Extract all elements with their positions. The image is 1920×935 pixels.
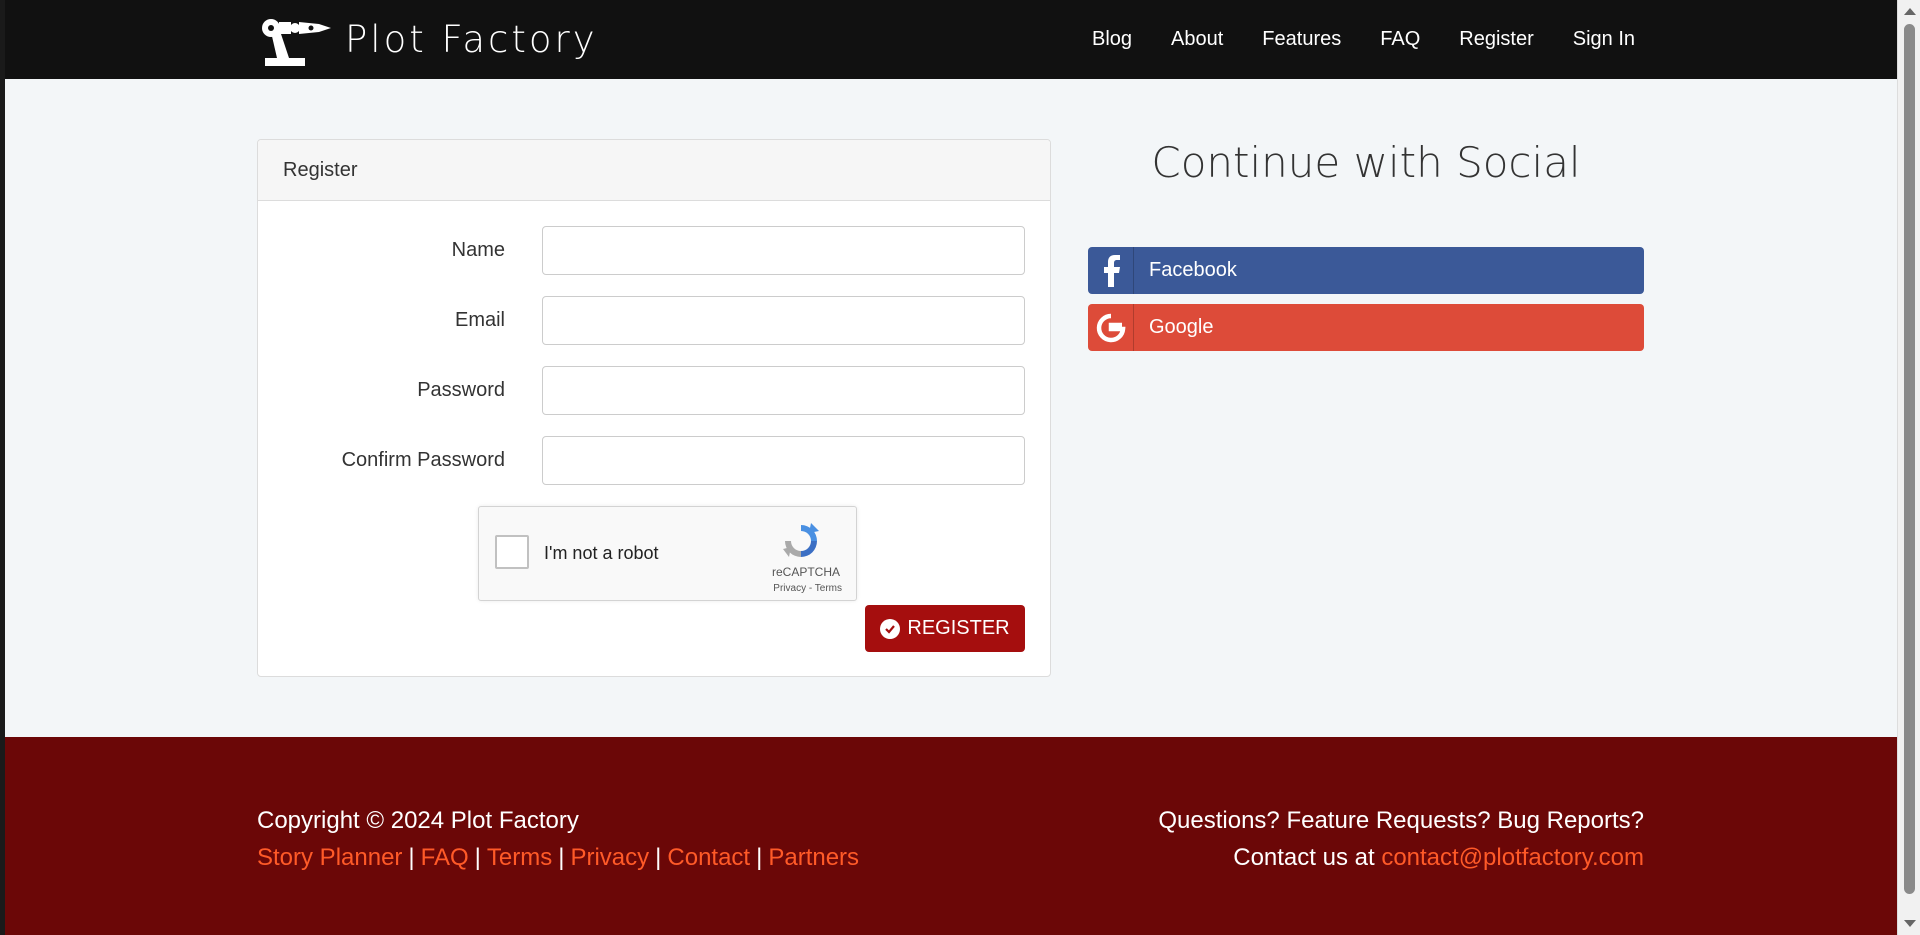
footer-right: Questions? Feature Requests? Bug Reports…	[1158, 802, 1644, 876]
recaptcha-checkbox[interactable]	[495, 535, 529, 569]
footer-left: Copyright © 2024 Plot Factory Story Plan…	[257, 802, 859, 876]
facebook-login-button[interactable]: Facebook	[1088, 247, 1644, 294]
google-icon	[1088, 304, 1134, 351]
scroll-down-arrow-icon[interactable]	[1904, 920, 1916, 927]
scrollbar-thumb[interactable]	[1904, 24, 1915, 894]
confirm-password-label: Confirm Password	[341, 449, 505, 471]
password-label: Password	[417, 379, 505, 401]
separator: |	[756, 844, 763, 871]
vertical-scrollbar[interactable]	[1897, 0, 1920, 935]
confirm-password-input[interactable]	[542, 436, 1025, 485]
footer-link-terms[interactable]: Terms	[487, 844, 552, 871]
email-row: Email	[258, 296, 1052, 345]
facebook-icon	[1088, 247, 1134, 294]
nav-sign-in[interactable]: Sign In	[1573, 28, 1635, 51]
footer-link-privacy[interactable]: Privacy	[570, 844, 649, 871]
footer-links: Story Planner | FAQ | Terms | Privacy | Contact |…	[257, 839, 859, 876]
name-row: Name	[258, 226, 1052, 275]
recaptcha-widget: I'm not a robot reCAPTCHA Privacy - Term…	[478, 506, 857, 601]
separator: |	[474, 844, 481, 871]
recaptcha-links[interactable]: Privacy - Terms	[773, 583, 842, 594]
footer-questions: Questions? Feature Requests? Bug Reports…	[1158, 807, 1644, 834]
nav-features[interactable]: Features	[1262, 28, 1341, 51]
footer-link-contact[interactable]: Contact	[667, 844, 750, 871]
contact-prefix: Contact us at	[1233, 844, 1382, 871]
footer: Copyright © 2024 Plot Factory Story Plan…	[5, 737, 1897, 935]
footer-link-faq[interactable]: FAQ	[421, 844, 469, 871]
footer-link-partners[interactable]: Partners	[768, 844, 859, 871]
footer-link-story-planner[interactable]: Story Planner	[257, 844, 402, 871]
robot-arm-logo-icon	[262, 19, 331, 66]
google-login-button[interactable]: Google	[1088, 304, 1644, 351]
navbar: Plot Factory Blog About Features FAQ Reg…	[5, 0, 1897, 79]
nav-blog[interactable]: Blog	[1092, 28, 1132, 51]
social-title: Continue with Social	[1151, 138, 1581, 187]
separator: |	[655, 844, 662, 871]
facebook-label: Facebook	[1149, 259, 1237, 281]
confirm-password-row: Confirm Password	[258, 436, 1052, 485]
register-card-header: Register	[258, 140, 1050, 201]
email-input[interactable]	[542, 296, 1025, 345]
recaptcha-brand: reCAPTCHA	[771, 565, 840, 579]
password-input[interactable]	[542, 366, 1025, 415]
google-label: Google	[1149, 316, 1214, 338]
nav-about[interactable]: About	[1171, 28, 1223, 51]
recaptcha-label: I'm not a robot	[544, 543, 659, 563]
contact-email-link[interactable]: contact@plotfactory.com	[1381, 844, 1644, 871]
password-row: Password	[258, 366, 1052, 415]
scroll-up-arrow-icon[interactable]	[1904, 8, 1916, 15]
separator: |	[408, 844, 415, 871]
name-input[interactable]	[542, 226, 1025, 275]
footer-contact: Contact us at contact@plotfactory.com	[1158, 839, 1644, 876]
separator: |	[558, 844, 565, 871]
register-button-label: REGISTER	[907, 617, 1010, 639]
brand-name: Plot Factory	[345, 17, 598, 61]
name-label: Name	[451, 239, 505, 261]
main-nav: Blog About Features FAQ Register Sign In	[1053, 0, 1635, 79]
register-card: Register Name Email Password Confirm Pas…	[257, 139, 1051, 677]
recaptcha-logo-icon	[783, 523, 819, 557]
copyright: Copyright © 2024 Plot Factory	[257, 807, 579, 834]
register-button[interactable]: REGISTER	[865, 605, 1025, 652]
nav-register[interactable]: Register	[1459, 28, 1533, 51]
brand[interactable]: Plot Factory	[257, 10, 598, 68]
check-circle-icon	[880, 618, 901, 639]
nav-faq[interactable]: FAQ	[1380, 28, 1420, 51]
email-label: Email	[454, 309, 505, 331]
